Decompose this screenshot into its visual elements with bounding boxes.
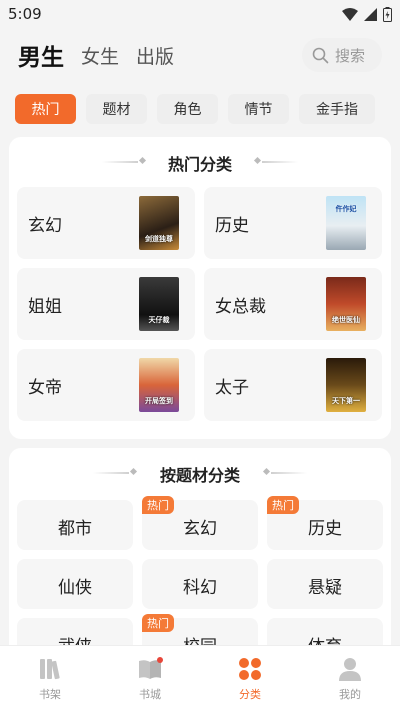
bookstore-icon — [136, 656, 164, 682]
nav-label: 书架 — [39, 688, 61, 701]
topic-section-title: 按题材分类 — [159, 466, 240, 485]
search-placeholder: 搜索 — [335, 46, 366, 65]
topic-item-label: 历史 — [308, 519, 342, 539]
search-icon — [312, 47, 329, 63]
status-bar: 5:09 — [0, 0, 400, 28]
book-cover-image: 天仔裁 — [139, 277, 179, 331]
hot-item-label: 姐姐 — [28, 297, 62, 317]
hot-badge: 热门 — [142, 496, 174, 514]
hot-item-label: 历史 — [215, 216, 249, 236]
bookshelf-icon — [36, 656, 64, 682]
topic-item-xianxia[interactable]: 仙侠 — [17, 559, 133, 609]
hot-section-title: 热门分类 — [167, 155, 232, 174]
bottom-nav: 书架 书城 分类 我的 — [0, 645, 400, 712]
topic-categories-card: 按题材分类 都市 热门 玄幻 热门 历史 仙侠 科幻 悬疑 武侠 热门 校园 体… — [9, 448, 391, 668]
category-icon — [236, 656, 264, 682]
hot-item-female-ceo[interactable]: 女总裁 绝世医仙 — [204, 268, 382, 340]
hot-item-prince[interactable]: 太子 天下第一 — [204, 349, 382, 421]
topic-item-scifi[interactable]: 科幻 — [142, 559, 258, 609]
topic-item-label: 仙侠 — [58, 578, 92, 598]
nav-bookstore[interactable]: 书城 — [100, 646, 200, 712]
hot-badge: 热门 — [267, 496, 299, 514]
nav-bookshelf[interactable]: 书架 — [0, 646, 100, 712]
book-cover-image: 天下第一 — [326, 358, 366, 412]
hot-item-label: 女帝 — [28, 378, 62, 398]
topic-item-urban[interactable]: 都市 — [17, 500, 133, 550]
tab-female[interactable]: 女生 — [81, 42, 119, 69]
book-cover-image: 剑道独尊 — [139, 196, 179, 250]
chip-plot[interactable]: 情节 — [228, 94, 289, 124]
hot-item-sister[interactable]: 姐姐 天仔裁 — [17, 268, 195, 340]
book-cover-image: 仵作妃 — [326, 196, 366, 250]
topic-item-mystery[interactable]: 悬疑 — [267, 559, 383, 609]
search-box[interactable]: 搜索 — [302, 38, 382, 72]
status-time: 5:09 — [8, 5, 42, 23]
topic-item-label: 悬疑 — [308, 578, 342, 598]
book-cover-image: 绝世医仙 — [326, 277, 366, 331]
hot-item-label: 太子 — [215, 378, 249, 398]
nav-category[interactable]: 分类 — [200, 646, 300, 712]
tab-publishing[interactable]: 出版 — [136, 42, 174, 69]
book-cover-image: 开局签到 — [139, 358, 179, 412]
profile-icon — [336, 656, 364, 682]
hot-badge: 热门 — [142, 614, 174, 632]
nav-label: 我的 — [339, 688, 361, 701]
topic-item-xuanhuan[interactable]: 热门 玄幻 — [142, 496, 258, 550]
hot-item-label: 玄幻 — [28, 216, 62, 236]
category-filter-chips: 热门 题材 角色 情节 金手指 — [15, 94, 375, 124]
chip-role[interactable]: 角色 — [157, 94, 218, 124]
chip-topic[interactable]: 题材 — [86, 94, 147, 124]
hot-item-history[interactable]: 历史 仵作妃 — [204, 187, 382, 259]
status-icons — [342, 6, 392, 22]
topic-item-label: 玄幻 — [183, 519, 217, 539]
wifi-icon — [342, 7, 358, 21]
header: 男生 女生 出版 搜索 — [0, 36, 400, 76]
hot-item-xuanhuan[interactable]: 玄幻 剑道独尊 — [17, 187, 195, 259]
topic-item-label: 都市 — [58, 519, 92, 539]
battery-icon — [383, 6, 392, 22]
nav-label: 书城 — [139, 688, 161, 701]
hot-categories-card: 热门分类 玄幻 剑道独尊 历史 仵作妃 姐姐 天仔裁 女总裁 绝世医仙 女帝 开… — [9, 137, 391, 439]
title-decoration-right — [262, 161, 298, 163]
topic-item-history[interactable]: 热门 历史 — [267, 496, 383, 550]
chip-golden-finger[interactable]: 金手指 — [299, 94, 375, 124]
cellular-icon — [364, 7, 377, 21]
tab-male[interactable]: 男生 — [18, 38, 64, 72]
nav-label: 分类 — [239, 688, 261, 701]
title-decoration-right — [271, 472, 307, 474]
nav-profile[interactable]: 我的 — [300, 646, 400, 712]
chip-hot[interactable]: 热门 — [15, 94, 76, 124]
topic-item-label: 科幻 — [183, 578, 217, 598]
hot-item-label: 女总裁 — [215, 297, 266, 317]
hot-item-empress[interactable]: 女帝 开局签到 — [17, 349, 195, 421]
